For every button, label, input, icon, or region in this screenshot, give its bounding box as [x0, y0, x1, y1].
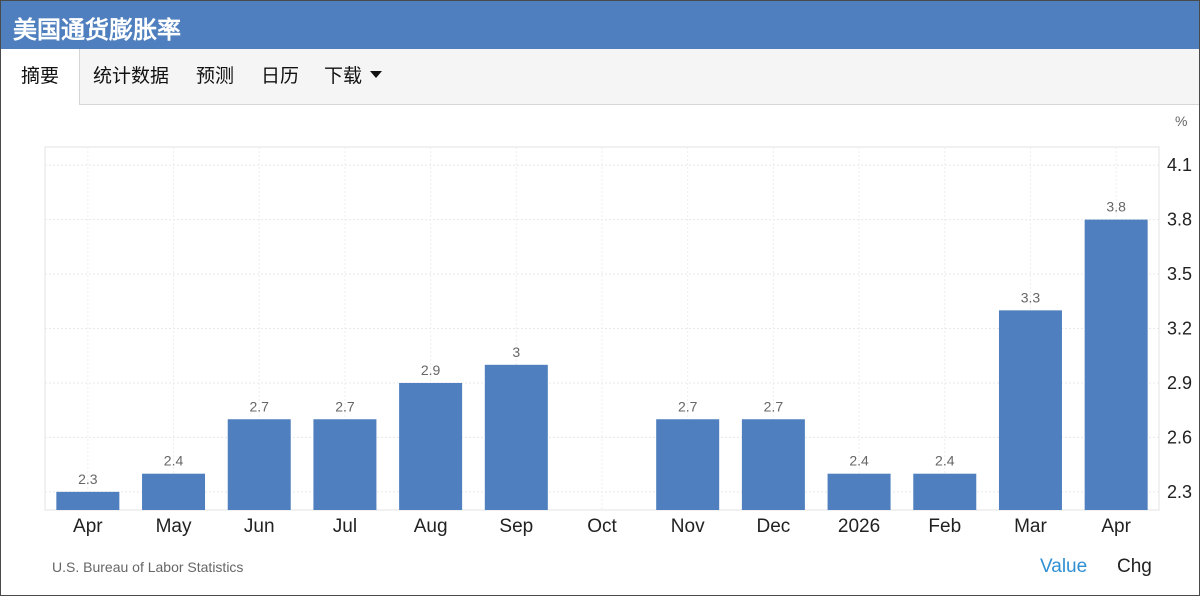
x-tick-label: 2026 [838, 516, 880, 537]
bar [399, 382, 463, 510]
x-tick-label: Jul [333, 516, 357, 537]
data-label: 2.4 [935, 453, 955, 469]
tab-download[interactable]: 下载 [324, 49, 383, 104]
tab-download-label: 下载 [324, 65, 363, 87]
data-label: 2.4 [849, 453, 869, 469]
y-tick-label: 4.1 [1167, 155, 1192, 175]
tab-forecast[interactable]: 预测 [196, 49, 234, 104]
x-tick-label: Nov [671, 516, 705, 537]
widget-title: 美国通货膨胀率 [13, 16, 181, 44]
data-label: 3.3 [1021, 289, 1041, 305]
bar-chart: 4.1 3.8 3.5 3.2 2.9 2.6 2.3% 2.3 Apr 2.4 May 2.7 Jun… [44, 113, 1192, 537]
y-tick-label: 3.8 [1167, 210, 1192, 230]
data-label: 2.9 [421, 362, 441, 378]
bar [998, 310, 1062, 510]
x-tick-label: Mar [1014, 516, 1047, 537]
x-tick-label: Feb [928, 516, 961, 537]
chg-toggle[interactable]: Chg [1117, 556, 1152, 578]
y-tick-label: 2.3 [1167, 482, 1192, 502]
title-bar: 美国通货膨胀率 [1, 1, 1199, 49]
source-label: U.S. Bureau of Labor Statistics [52, 559, 244, 575]
data-label: 2.7 [678, 398, 698, 414]
chevron-down-icon [370, 71, 383, 78]
y-tick-label: 3.2 [1167, 319, 1192, 339]
tab-calendar[interactable]: 日历 [261, 49, 299, 104]
bar [827, 473, 891, 510]
x-tick-label: Jun [244, 516, 275, 537]
tab-summary[interactable]: 摘要 [1, 49, 80, 105]
bar [313, 419, 377, 510]
x-tick-label: Oct [587, 516, 617, 537]
data-label: 2.3 [78, 471, 98, 487]
x-tick-label: May [156, 516, 192, 537]
y-tick-label: 2.6 [1167, 427, 1192, 447]
x-tick-label: Dec [756, 516, 790, 537]
bar [1084, 219, 1148, 510]
tab-bar: 摘要 统计数据 预测 日历 下载 [1, 49, 1199, 105]
value-toggle[interactable]: Value [1040, 556, 1087, 578]
y-tick-label: 2.9 [1167, 373, 1192, 393]
bar [142, 473, 206, 510]
bar [913, 473, 977, 510]
tab-statistics[interactable]: 统计数据 [93, 49, 169, 104]
bar [741, 419, 805, 510]
data-label: 3.8 [1106, 199, 1126, 215]
chart-area: 4.1 3.8 3.5 3.2 2.9 2.6 2.3% 2.3 Apr 2.4 May 2.7 Jun… [1, 105, 1199, 595]
x-tick-label: Apr [73, 516, 103, 537]
x-tick-label: Aug [414, 516, 448, 537]
y-tick-label: 3.5 [1167, 264, 1192, 284]
bar [56, 491, 120, 510]
data-label: 2.7 [249, 398, 269, 414]
data-label: 2.4 [164, 453, 184, 469]
chart-widget: 美国通货膨胀率 摘要 统计数据 预测 日历 下载 4.1 3.8 3.5 3.2 2.9… [0, 0, 1200, 596]
bar [484, 364, 548, 510]
data-label: 3 [512, 344, 520, 360]
x-tick-label: Sep [499, 516, 533, 537]
data-label: 2.7 [764, 398, 784, 414]
y-unit-label: % [1175, 113, 1187, 129]
bar [227, 419, 291, 510]
bar [656, 419, 720, 510]
data-label: 2.7 [335, 398, 355, 414]
x-tick-label: Apr [1101, 516, 1131, 537]
